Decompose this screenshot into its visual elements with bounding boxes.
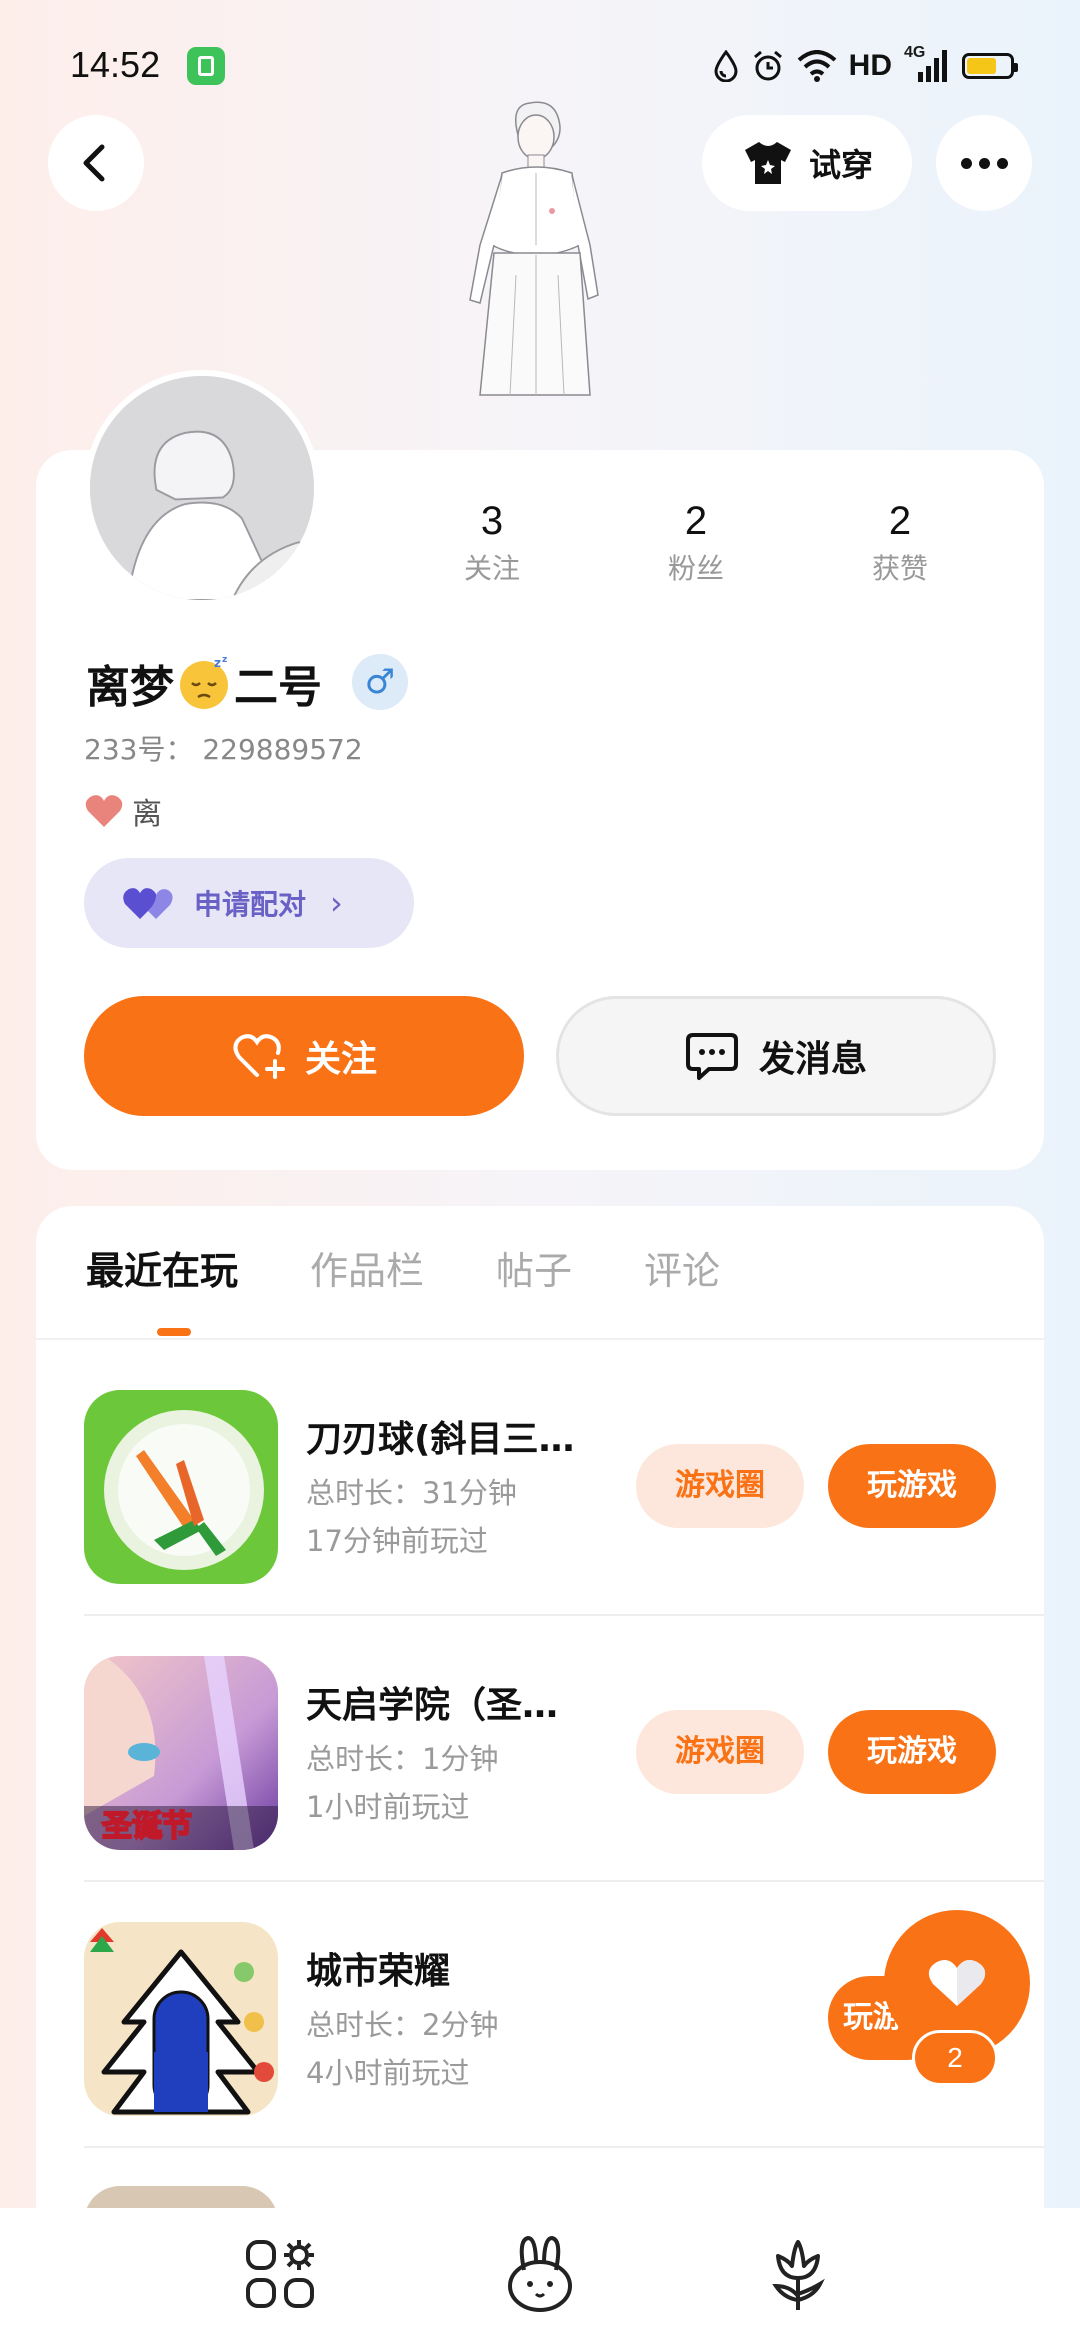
- status-icons: HD 4G: [713, 44, 1018, 86]
- signature-text: 离: [132, 797, 162, 832]
- apps-settings-icon: [246, 2240, 314, 2308]
- stat-followers-label: 粉丝: [667, 552, 724, 585]
- gender-male-badge: ♂: [352, 654, 408, 710]
- wifi-icon: [797, 50, 836, 82]
- follow-label: 关注: [304, 1039, 377, 1080]
- user-id: 233号： 229889572: [84, 733, 363, 766]
- game-duration: 总时长：1分钟: [306, 1742, 499, 1776]
- network-label: HD: [848, 49, 892, 82]
- more-button[interactable]: [936, 115, 1032, 211]
- game-duration: 总时长：31分钟: [306, 1476, 517, 1510]
- tab-works[interactable]: 作品栏: [310, 1236, 424, 1336]
- floating-like-count: 2: [912, 2030, 998, 2086]
- tab-posts[interactable]: 帖子: [496, 1236, 572, 1336]
- nickname-part2: 二号: [234, 662, 322, 713]
- double-heart-icon: [123, 888, 173, 919]
- game-name: 城市荣耀: [306, 1951, 451, 1992]
- game-row[interactable]: 圣诞节 天启学院（圣… 总时长：1分钟 1小时前玩过 游戏圈 玩游戏: [84, 1606, 1044, 1872]
- nickname-part1: 离梦: [86, 662, 174, 713]
- chevron-left-icon: [83, 144, 105, 182]
- more-dots-icon: [960, 157, 972, 169]
- apply-pair-button[interactable]: 申请配对 ›: [84, 858, 414, 948]
- game-row[interactable]: 刀刃球(斜目三… 总时长：31分钟 17分钟前玩过 游戏圈 玩游戏: [84, 1340, 1044, 1606]
- signal-icon: 4G: [904, 44, 950, 84]
- battery-level: [967, 58, 996, 74]
- sleepy-face-icon: zz: [176, 655, 232, 711]
- send-message-label: 发消息: [758, 1039, 867, 1080]
- row-divider: [84, 2146, 1044, 2148]
- stat-followers-count: 2: [684, 499, 708, 543]
- heart-icon: [85, 795, 123, 827]
- game-last-played: 17分钟前玩过: [306, 1524, 488, 1558]
- tshirt-icon: [744, 142, 791, 184]
- stat-likes-label: 获赞: [871, 552, 928, 585]
- app-notification-icon: [187, 47, 225, 85]
- status-time: 14:52: [70, 44, 161, 85]
- battery-icon: [962, 53, 1018, 79]
- chevron-right-icon: ›: [330, 884, 343, 922]
- svg-text:z: z: [214, 656, 221, 670]
- game-last-played: 4小时前玩过: [306, 2056, 470, 2090]
- game-icon-apocalypse-academy[interactable]: 圣诞节: [84, 1656, 278, 1850]
- stat-following-label: 关注: [463, 552, 520, 585]
- avatar[interactable]: [84, 370, 320, 606]
- alarm-icon: [753, 50, 782, 81]
- heart-icon: [928, 1960, 986, 2006]
- back-button[interactable]: [48, 115, 144, 211]
- game-icon-blade-ball[interactable]: [84, 1390, 278, 1584]
- more-dot: [996, 157, 1008, 169]
- profile-tabs: 最近在玩 作品栏 帖子 评论: [86, 1236, 792, 1336]
- stat-following[interactable]: 3 关注: [432, 495, 552, 591]
- game-circle-button[interactable]: 游戏圈: [636, 1444, 804, 1528]
- stat-likes-count: 2: [888, 499, 912, 543]
- game-name: 刀刃球(斜目三…: [306, 1419, 575, 1460]
- more-dot: [978, 157, 990, 169]
- game-last-played: 1小时前玩过: [306, 1790, 470, 1824]
- nav-apps[interactable]: [240, 2234, 320, 2314]
- game-duration: 总时长：2分钟: [306, 2008, 499, 2042]
- game-icon-badge-text: 圣诞节: [102, 1809, 192, 1844]
- send-message-button[interactable]: 发消息: [556, 996, 996, 1116]
- follow-button[interactable]: 关注: [84, 996, 524, 1116]
- try-on-label: 试穿: [808, 146, 873, 184]
- stat-following-count: 3: [480, 499, 504, 543]
- bunny-icon: [508, 2235, 572, 2312]
- water-drop-icon: [714, 50, 738, 82]
- tab-recently-played[interactable]: 最近在玩: [86, 1236, 238, 1336]
- character-figure: [469, 101, 599, 396]
- play-game-button[interactable]: 玩游戏: [828, 1444, 996, 1528]
- game-circle-button[interactable]: 游戏圈: [636, 1710, 804, 1794]
- apply-pair-label: 申请配对: [194, 888, 307, 921]
- nav-home[interactable]: [500, 2234, 580, 2314]
- try-on-button[interactable]: 试穿: [702, 115, 912, 211]
- active-tab-indicator: [157, 1328, 191, 1336]
- signature: 离: [84, 786, 162, 836]
- heart-plus-icon: [233, 1034, 285, 1079]
- tab-comments[interactable]: 评论: [644, 1236, 720, 1336]
- game-icon-city-glory[interactable]: [84, 1922, 278, 2116]
- play-game-button[interactable]: 玩游戏: [828, 1710, 996, 1794]
- svg-text:z: z: [222, 655, 227, 665]
- game-name: 天启学院（圣…: [306, 1685, 559, 1726]
- chat-bubble-icon: [685, 1033, 738, 1080]
- stat-followers[interactable]: 2 粉丝: [636, 495, 756, 591]
- stat-likes[interactable]: 2 获赞: [840, 495, 960, 591]
- nav-discover[interactable]: [758, 2234, 838, 2314]
- profile-stats: 3 关注 2 粉丝 2 获赞: [432, 495, 992, 605]
- flower-icon: [772, 2240, 825, 2310]
- nickname: 离梦 zz 二号: [86, 650, 322, 716]
- bottom-navigation: [0, 2208, 1080, 2340]
